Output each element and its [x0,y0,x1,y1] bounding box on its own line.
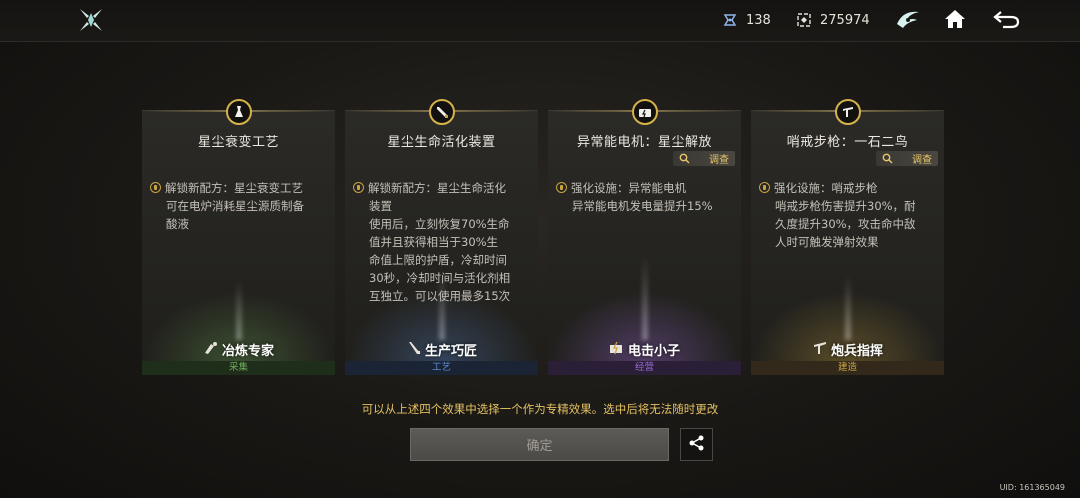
currency-value: 275974 [820,12,870,28]
category-label: 经营 [548,361,741,375]
unlock-bullet-icon [353,182,364,193]
light-beam [844,275,851,340]
unlock-bullet-icon [150,182,161,193]
back-button[interactable] [990,6,1022,36]
talent-card-crafting[interactable]: 星尘生命活化装置 解锁新配方：星尘生命活化 装置 使用后，立刻恢复70%生命 值… [345,99,538,375]
upgrade-bullet-icon [759,182,770,193]
home-button[interactable] [939,6,971,36]
role-label: 生产巧匠 [345,340,538,359]
role-label: 冶炼专家 [142,340,335,359]
card-description: 解锁新配方：星尘衰变工艺 可在电炉消耗星尘源质制备 酸液 [150,179,330,233]
card-title: 星尘衰变工艺 [197,135,279,150]
light-beam [235,280,242,340]
artillery-icon [812,341,828,359]
home-icon [943,8,967,34]
electric-icon [609,341,625,359]
smelter-icon [203,341,219,359]
top-bar: 138 275974 [0,0,1080,42]
role-label: 电击小子 [548,340,741,359]
syringe-icon [428,99,455,125]
category-label: 建造 [751,361,944,375]
turret-icon [834,99,861,125]
card-title: 哨戒步枪：一石二鸟 [786,135,909,150]
energy-value: 138 [746,12,771,28]
light-beam [438,270,445,340]
share-icon [688,434,706,456]
magnifier-icon [679,153,690,167]
generator-icon [631,99,658,125]
energy-icon [722,12,738,28]
card-description: 强化设施：异常能电机 异常能电机发电量提升15% [556,179,736,215]
card-title: 星尘生命活化装置 [387,135,496,150]
wing-emblem-icon [895,8,921,34]
talent-card-smelting[interactable]: 星尘衰变工艺 解锁新配方：星尘衰变工艺 可在电炉消耗星尘源质制备 酸液 冶炼专家… [142,99,335,375]
energy-resource: 138 [722,12,771,28]
category-label: 工艺 [345,361,538,375]
magnifier-icon [882,153,893,167]
card-title: 异常能电机：星尘解放 [576,135,712,150]
game-logo-icon[interactable] [78,7,104,33]
back-arrow-icon [991,8,1021,34]
user-id: UID: 161365049 [999,483,1065,492]
currency-icon [796,12,812,28]
confirm-button[interactable]: 确定 [410,428,669,461]
currency-resource: 275974 [796,12,870,28]
selection-hint: 可以从上述四个效果中选择一个作为专精效果。选中后将无法随时更改 [361,402,719,416]
category-label: 采集 [142,361,335,375]
upgrade-bullet-icon [556,182,567,193]
inspect-button[interactable]: 调查 [876,151,938,166]
talent-card-management[interactable]: 异常能电机：星尘解放 调查 强化设施：异常能电机 异常能电机发电量提升15% 电… [548,99,741,375]
role-label: 炮兵指挥 [751,340,944,359]
card-description: 强化设施：哨戒步枪 哨戒步枪伤害提升30%，耐 久度提升30%，攻击命中敌 人时… [759,179,939,251]
emblem-button[interactable] [892,6,924,36]
craftsman-icon [406,341,422,359]
share-button[interactable] [680,428,713,461]
light-beam [641,255,648,340]
inspect-button[interactable]: 调查 [673,151,735,166]
flask-icon [225,99,252,125]
talent-card-construction[interactable]: 哨戒步枪：一石二鸟 调查 强化设施：哨戒步枪 哨戒步枪伤害提升30%，耐 久度提… [751,99,944,375]
